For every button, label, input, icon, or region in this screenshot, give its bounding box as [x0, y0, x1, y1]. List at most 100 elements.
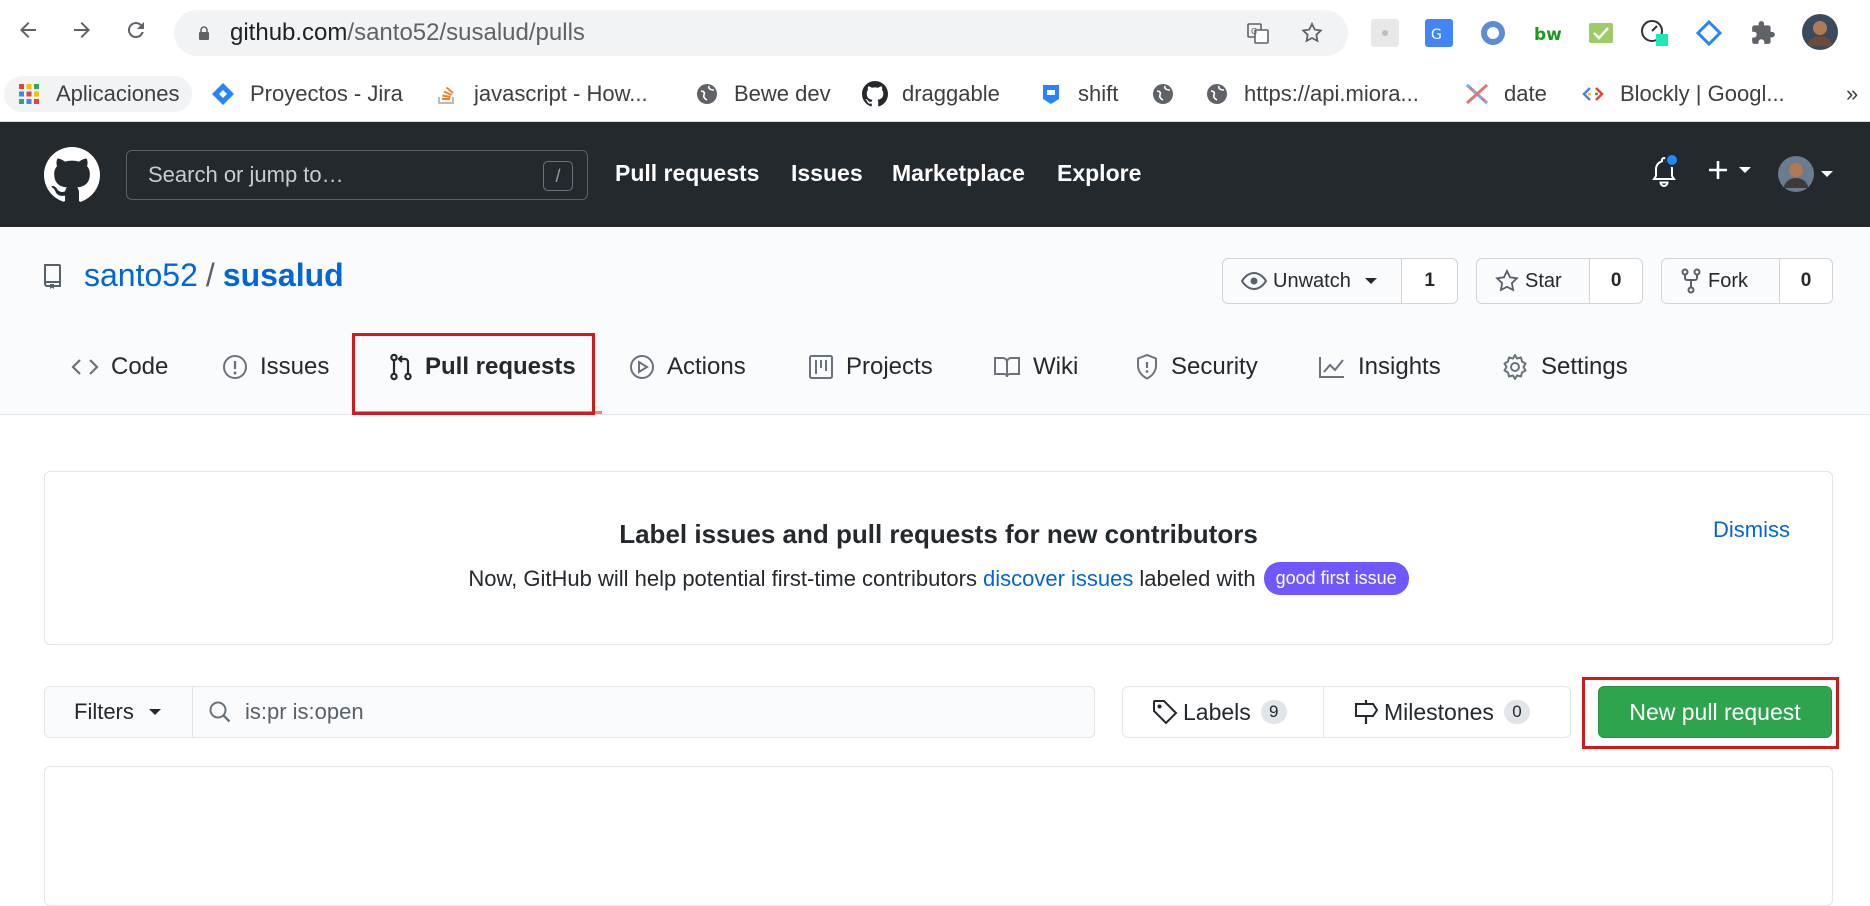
milestone-icon [1355, 700, 1379, 724]
bookmark-label: date [1504, 81, 1547, 106]
caret-down-icon [148, 709, 161, 715]
bookmark-blockly[interactable]: Blockly | Googl... [1580, 76, 1785, 112]
bookmark-label: https://api.miora... [1244, 81, 1419, 106]
book-icon [994, 357, 1020, 378]
fork-label: Fork [1708, 269, 1748, 292]
back-button[interactable] [12, 14, 44, 46]
pull-request-list [44, 766, 1833, 906]
tag-icon [1153, 700, 1178, 725]
dismiss-button[interactable]: Dismiss [1713, 517, 1790, 543]
header-nav-explore[interactable]: Explore [1057, 160, 1141, 187]
github-header: Search or jump to… / Pull requests Issue… [0, 122, 1870, 227]
tab-label: Settings [1541, 353, 1628, 380]
header-nav-pull-requests[interactable]: Pull requests [615, 160, 759, 187]
jira-icon [210, 81, 236, 107]
repo-title: santo52 / susalud [42, 257, 344, 294]
star-count[interactable]: 0 [1590, 259, 1642, 303]
bell-icon [1652, 154, 1679, 188]
watch-button-group: Unwatch 1 [1222, 258, 1458, 304]
tab-security[interactable]: Security [1135, 345, 1258, 389]
tab-code[interactable]: Code [71, 345, 168, 389]
discover-issues-link[interactable]: discover issues [983, 566, 1133, 592]
bookmarks-overflow[interactable]: » [1846, 76, 1858, 112]
tab-settings[interactable]: Settings [1501, 345, 1628, 389]
blockly-icon [1580, 81, 1606, 107]
extension-bw-icon[interactable]: bw [1532, 18, 1562, 48]
fork-button[interactable]: Fork [1662, 259, 1780, 303]
filters-label: Filters [74, 699, 134, 724]
repo-owner-link[interactable]: santo52 [84, 257, 198, 294]
caret-down-icon [1821, 171, 1833, 177]
tab-label: Code [111, 353, 169, 380]
extension-translate-icon[interactable]: G [1424, 18, 1454, 48]
extension-jira-icon[interactable] [1694, 18, 1724, 48]
profile-avatar[interactable] [1802, 14, 1838, 50]
bookmark-api-miora[interactable]: https://api.miora... [1204, 76, 1419, 112]
repo-name-link[interactable]: susalud [223, 257, 344, 294]
labels-button[interactable]: Labels 9 [1123, 687, 1324, 737]
good-first-issue-label[interactable]: good first issue [1263, 562, 1409, 595]
notifications-button[interactable] [1648, 154, 1680, 190]
search-query-value: is:pr is:open [245, 699, 364, 724]
fork-count[interactable]: 0 [1780, 259, 1832, 303]
unwatch-label: Unwatch [1273, 269, 1351, 292]
create-new-button[interactable] [1706, 158, 1752, 182]
star-bookmark-icon[interactable] [1300, 21, 1324, 45]
watch-count[interactable]: 1 [1402, 259, 1457, 303]
extension-check-icon[interactable] [1586, 18, 1616, 48]
bookmark-bewe[interactable]: Bewe dev [694, 76, 831, 112]
extension-speed-icon[interactable] [1640, 18, 1670, 48]
repo-forked-icon [1681, 268, 1701, 294]
shield-icon [1137, 353, 1157, 380]
unwatch-button[interactable]: Unwatch [1223, 259, 1403, 303]
header-nav-marketplace[interactable]: Marketplace [892, 160, 1025, 187]
labels-count: 9 [1260, 700, 1287, 724]
filters-dropdown[interactable]: Filters [44, 686, 193, 738]
new-pull-request-button[interactable]: New pull request [1598, 686, 1832, 738]
tab-issues[interactable]: Issues [222, 345, 329, 389]
globe-icon [694, 81, 720, 107]
bookmark-draggable[interactable]: draggable [862, 76, 1000, 112]
milestones-count: 0 [1503, 700, 1530, 724]
stackoverflow-icon [434, 81, 460, 107]
tab-actions[interactable]: Actions [629, 345, 746, 389]
bookmark-stackoverflow[interactable]: javascript - How... [434, 76, 648, 112]
svg-text:G: G [1431, 27, 1442, 43]
repository-header: santo52 / susalud Unwatch 1 Star 0 Fork … [0, 227, 1870, 415]
extension-react-icon[interactable] [1370, 18, 1400, 48]
star-button[interactable]: Star [1477, 259, 1591, 303]
address-bar[interactable]: github.com/santo52/susalud/pulls G [174, 10, 1348, 56]
bookmark-jira[interactable]: Proyectos - Jira [210, 76, 403, 112]
pr-search-input[interactable]: is:pr is:open [192, 686, 1095, 738]
bookmark-date[interactable]: date [1464, 76, 1547, 112]
milestones-button[interactable]: Milestones 0 [1324, 687, 1570, 737]
extension-swirl-icon[interactable] [1478, 18, 1508, 48]
bookmarks-bar: Aplicaciones Proyectos - Jira javascript… [0, 66, 1870, 122]
tab-insights[interactable]: Insights [1318, 345, 1441, 389]
header-nav-issues[interactable]: Issues [791, 160, 863, 187]
graph-icon [1319, 357, 1344, 378]
global-search-input[interactable]: Search or jump to… / [126, 150, 588, 200]
svg-text:bw: bw [1534, 25, 1561, 45]
eye-icon [1241, 271, 1267, 291]
bookmark-globe[interactable] [1150, 76, 1190, 112]
labels-label: Labels [1183, 698, 1251, 725]
github-icon [862, 81, 888, 107]
milestones-label: Milestones [1384, 698, 1494, 725]
date-icon [1464, 81, 1490, 107]
star-label: Star [1525, 269, 1562, 292]
apps-grid-icon [16, 81, 42, 107]
user-menu-button[interactable] [1778, 156, 1834, 192]
reload-button[interactable] [120, 14, 152, 46]
highlight-pull-requests-tab [352, 333, 595, 415]
project-icon [809, 355, 833, 379]
banner-text: labeled with [1139, 565, 1256, 591]
bookmark-apps[interactable]: Aplicaciones [4, 76, 192, 112]
forward-button[interactable] [66, 14, 98, 46]
translate-icon[interactable]: G [1246, 21, 1270, 45]
bookmark-shift[interactable]: shift [1038, 76, 1118, 112]
tab-projects[interactable]: Projects [808, 345, 933, 389]
extensions-puzzle-icon[interactable] [1748, 18, 1778, 48]
tab-wiki[interactable]: Wiki [993, 345, 1078, 389]
github-logo-icon[interactable] [44, 147, 100, 203]
